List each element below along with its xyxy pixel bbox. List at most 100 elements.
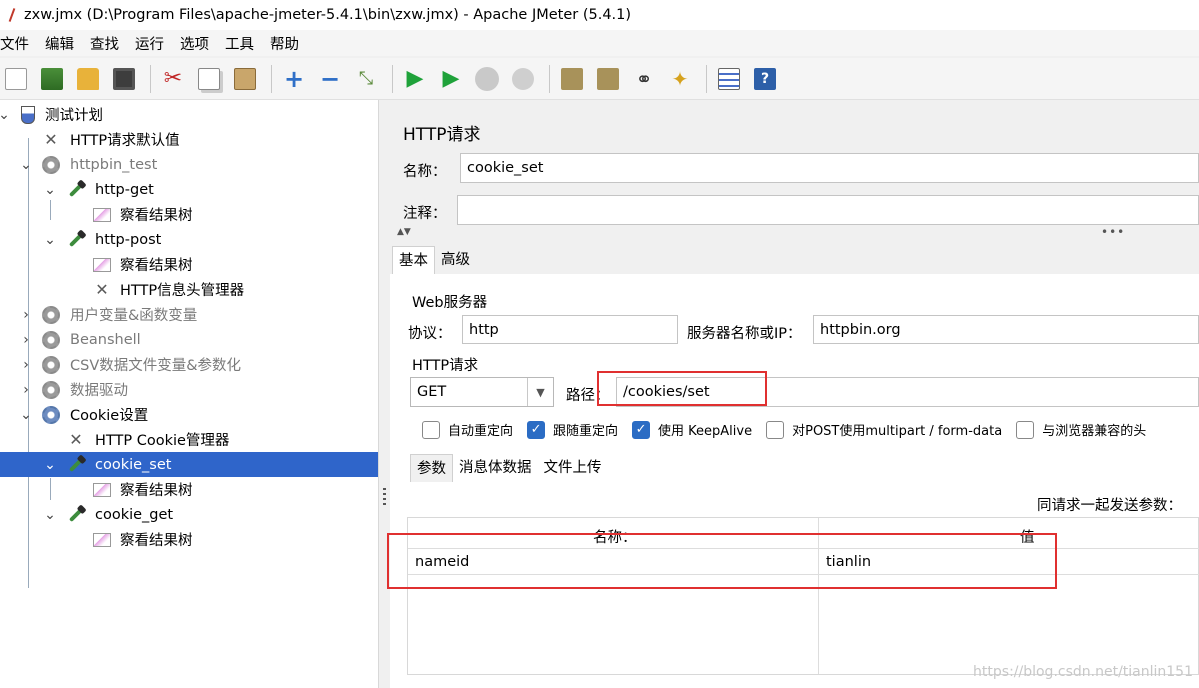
start-no-pauses-icon[interactable]: ▶ — [435, 63, 467, 95]
search-icon[interactable]: ⚭ — [628, 63, 660, 95]
tree-item-result-tree-2[interactable]: 察看结果树 — [0, 252, 378, 277]
tab-advanced[interactable]: 高级 — [435, 246, 476, 274]
menu-options[interactable]: 选项 — [180, 33, 217, 54]
wrench-icon: ✕ — [69, 430, 83, 449]
wrench-icon: ✕ — [44, 130, 58, 149]
multipart-checkbox[interactable]: 对POST使用multipart / form-data — [766, 420, 1002, 439]
paste-icon[interactable] — [229, 63, 261, 95]
tree-item-header-manager[interactable]: ✕ HTTP信息头管理器 — [0, 277, 378, 302]
chevron-right-icon[interactable]: › — [20, 307, 32, 323]
save-icon[interactable] — [108, 63, 140, 95]
chevron-right-icon[interactable]: › — [20, 332, 32, 348]
expand-icon[interactable]: + — [278, 63, 310, 95]
tree-item-test-plan[interactable]: ⌄ 测试计划 — [0, 102, 378, 127]
tree-item-result-tree-3[interactable]: 察看结果树 — [0, 477, 378, 502]
open-icon[interactable] — [72, 63, 104, 95]
server-field[interactable]: httpbin.org — [813, 315, 1199, 344]
clear-all-icon[interactable] — [592, 63, 624, 95]
panel-splitter[interactable] — [378, 100, 390, 688]
chevron-down-icon[interactable]: ⌄ — [20, 407, 32, 423]
chevron-right-icon[interactable]: › — [20, 357, 32, 373]
stop-icon[interactable] — [471, 63, 503, 95]
new-icon[interactable] — [0, 63, 32, 95]
start-icon[interactable]: ▶ — [399, 63, 431, 95]
tree-item-csv[interactable]: › CSV数据文件变量&参数化 — [0, 352, 378, 377]
method-select[interactable]: GET ▼ — [410, 377, 554, 407]
annotation-box-params — [387, 533, 1057, 589]
help-icon[interactable]: ? — [749, 63, 781, 95]
menu-run[interactable]: 运行 — [135, 33, 172, 54]
cut-icon[interactable]: ✂ — [157, 63, 189, 95]
title-bar: zxw.jmx (D:\Program Files\apache-jmeter-… — [0, 0, 1199, 30]
drag-handle-icon[interactable] — [383, 488, 386, 506]
params-tabs: 参数 消息体数据 文件上传 — [410, 454, 608, 482]
reset-search-icon[interactable]: ✦ — [664, 63, 696, 95]
templates-icon[interactable] — [36, 63, 68, 95]
tab-file-upload[interactable]: 文件上传 — [538, 454, 608, 482]
shutdown-icon[interactable] — [507, 63, 539, 95]
chevron-down-icon[interactable]: ⌄ — [44, 182, 56, 198]
tree-item-user-vars[interactable]: › 用户变量&函数变量 — [0, 302, 378, 327]
gear-icon — [41, 155, 61, 175]
chevron-down-icon[interactable]: ⌄ — [20, 157, 32, 173]
menu-tools[interactable]: 工具 — [225, 33, 262, 54]
checkbox-icon[interactable] — [766, 420, 785, 439]
collapse-divider[interactable]: ▲▼ ••• — [390, 225, 1199, 240]
basic-section: Web服务器 协议： http 服务器名称或IP： httpbin.org HT… — [390, 274, 1199, 688]
tree-item-http-defaults[interactable]: ✕ HTTP请求默认值 — [0, 127, 378, 152]
checkbox-icon[interactable] — [1016, 420, 1035, 439]
tree-item-result-tree-4[interactable]: 察看结果树 — [0, 527, 378, 552]
tree-item-beanshell[interactable]: › Beanshell — [0, 327, 378, 352]
watermark: https://blog.csdn.net/tianlin151 — [973, 664, 1193, 680]
function-helper-icon[interactable] — [713, 63, 745, 95]
name-label: 名称： — [403, 164, 447, 180]
sampler-icon — [66, 505, 86, 525]
checkmark-icon[interactable]: ✓ — [632, 420, 651, 439]
tree-item-http-get[interactable]: ⌄ http-get — [0, 177, 378, 202]
checkmark-icon[interactable]: ✓ — [527, 420, 546, 439]
flask-icon — [18, 105, 38, 125]
tree-item-cookie-get[interactable]: ⌄ cookie_get — [0, 502, 378, 527]
auto-redirect-checkbox[interactable]: 自动重定向 — [422, 420, 513, 439]
tab-basic[interactable]: 基本 — [392, 246, 435, 274]
tab-body-data[interactable]: 消息体数据 — [453, 454, 538, 482]
chevron-down-icon[interactable]: ▼ — [527, 378, 553, 406]
toolbar-separator — [271, 64, 272, 93]
tree-item-cookie-set[interactable]: ⌄ cookie_set — [0, 452, 378, 477]
browser-headers-checkbox[interactable]: 与浏览器兼容的头 — [1016, 420, 1146, 439]
checkbox-icon[interactable] — [422, 420, 440, 439]
keepalive-checkbox[interactable]: ✓ 使用 KeepAlive — [632, 420, 752, 439]
menu-bar: 文件 编辑 查找 运行 选项 工具 帮助 — [0, 30, 1199, 56]
chevron-right-icon[interactable]: › — [20, 382, 32, 398]
menu-file[interactable]: 文件 — [0, 33, 37, 54]
chevron-down-icon[interactable]: ⌄ — [44, 457, 56, 473]
comment-field[interactable] — [457, 195, 1199, 225]
chevron-down-icon[interactable]: ⌄ — [44, 232, 56, 248]
copy-icon[interactable] — [193, 63, 225, 95]
tree-item-cookie-settings[interactable]: ⌄ Cookie设置 — [0, 402, 378, 427]
protocol-field[interactable]: http — [462, 315, 678, 344]
tab-parameters[interactable]: 参数 — [410, 454, 453, 482]
tree-item-result-tree-1[interactable]: 察看结果树 — [0, 202, 378, 227]
tree-item-cookie-manager[interactable]: ✕ HTTP Cookie管理器 — [0, 427, 378, 452]
menu-help[interactable]: 帮助 — [270, 33, 307, 54]
toolbar: ✂ + − ⤡ ▶ ▶ ⚭ ✦ ? — [0, 58, 1199, 100]
tree-item-http-post[interactable]: ⌄ http-post — [0, 227, 378, 252]
tree-item-data-driven[interactable]: › 数据驱动 — [0, 377, 378, 402]
tree-item-httpbin-test[interactable]: ⌄ httpbin_test — [0, 152, 378, 177]
name-field[interactable]: cookie_set — [460, 153, 1199, 183]
menu-search[interactable]: 查找 — [90, 33, 127, 54]
sampler-icon — [66, 455, 86, 475]
menu-edit[interactable]: 编辑 — [45, 33, 82, 54]
chevron-down-icon[interactable]: ⌄ — [0, 107, 10, 123]
http-request-legend: HTTP请求 — [412, 358, 479, 374]
collapse-arrows-icon[interactable]: ▲▼ — [397, 227, 411, 237]
sampler-icon — [66, 230, 86, 250]
more-icon[interactable]: ••• — [1101, 225, 1125, 239]
params-caption: 同请求一起发送参数： — [1037, 498, 1182, 514]
follow-redirect-checkbox[interactable]: ✓ 跟随重定向 — [527, 420, 618, 439]
chevron-down-icon[interactable]: ⌄ — [44, 507, 56, 523]
clear-icon[interactable] — [556, 63, 588, 95]
collapse-icon[interactable]: − — [314, 63, 346, 95]
toggle-icon[interactable]: ⤡ — [350, 63, 382, 95]
